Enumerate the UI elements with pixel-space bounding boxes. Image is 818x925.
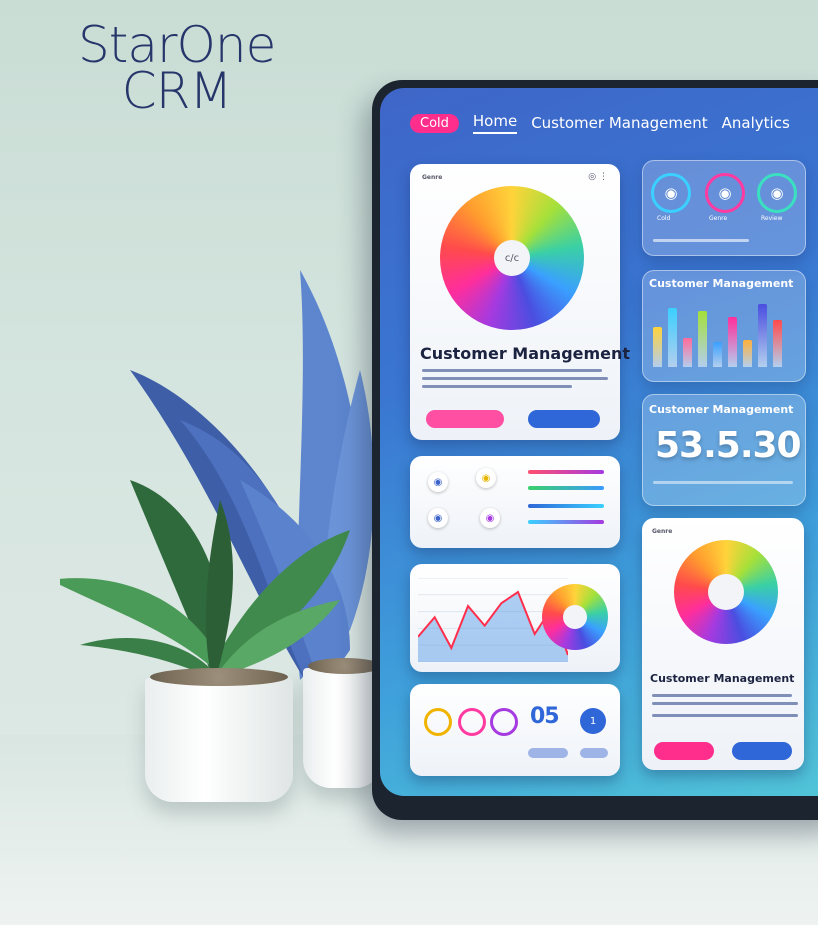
tablet-screen: Cold Home Customer Management Analytics … [380,88,818,796]
bar-4 [713,341,722,367]
customer-management-card-2: Genre Customer Management [642,518,804,770]
profile-icon[interactable]: ◉ [705,173,745,213]
brand-line-2: CRM [121,62,233,120]
ring-label: Genre [709,215,728,222]
shield-icon[interactable] [490,708,518,736]
target-icon[interactable] [458,708,486,736]
secondary-action-button[interactable] [528,410,600,428]
text-placeholder-line [652,694,792,697]
info-icon[interactable]: 1 [580,708,606,734]
soil-front [150,668,288,686]
nav-pill-button[interactable]: Cold [410,113,459,133]
progress-line-purple [528,520,604,524]
text-placeholder-line [652,714,798,717]
fingerprint-icon[interactable]: ◉ [651,173,691,213]
line-chart-card [410,564,620,672]
settings-toggles-card: ◉ ◉ ◉ ◉ [410,456,620,548]
quick-stat-value: 05 [530,704,560,729]
bar-2 [683,338,692,367]
bar-8 [773,320,782,367]
top-navigation: Cold Home Customer Management Analytics [410,110,790,136]
plant-pot-back [303,668,383,788]
card-title-2: Customer Management [650,672,795,685]
soil-back [308,658,382,674]
bar-3 [698,310,707,367]
color-wheel-chart: c/c [440,186,584,330]
gauge-icon[interactable] [424,708,452,736]
badge-icon[interactable]: ◉ [476,468,496,488]
quick-action-button[interactable] [528,748,568,758]
primary-action-button-2[interactable] [654,742,714,760]
status-rings-card: ◉ ◉ ◉ Cold Genre Review [642,160,806,256]
bar-5 [728,316,737,367]
card-title: Customer Management [420,344,631,363]
brand-logo-text: StarOne CRM [78,20,276,120]
wheel-center-label: c/c [494,240,530,276]
bar-chart [653,295,795,367]
mini-color-wheel [542,584,608,650]
tablet-device: Cold Home Customer Management Analytics … [372,80,818,820]
ring-label: Cold [657,215,671,222]
location-icon[interactable]: ◉ [428,472,448,492]
nav-link-customer-management[interactable]: Customer Management [531,114,707,132]
progress-line-red [528,470,604,474]
ring-label: Review [761,215,783,222]
card-menu-icon[interactable]: ◎ ⋮ [588,172,608,182]
text-placeholder-line [422,377,608,380]
bar-chart-card: Customer Management [642,270,806,382]
text-placeholder-line [422,369,602,372]
plant-pot-front [145,678,293,802]
nav-link-home[interactable]: Home [472,112,518,134]
stat-value: 53.5.30 [655,425,802,466]
card-header-label: Genre [422,174,443,181]
pin-icon[interactable]: ◉ [428,508,448,528]
wheel-center-2 [708,574,744,610]
card-header-label: Genre [652,528,673,535]
text-placeholder-line [422,385,572,388]
bar-0 [653,327,662,367]
color-wheel-chart-2 [674,540,778,644]
quick-stats-card: 05 1 [410,684,620,776]
bar-7 [758,303,767,367]
nav-link-analytics[interactable]: Analytics [722,114,790,132]
stat-legend-line [653,481,793,484]
bar-1 [668,307,677,367]
mini-wheel-center [563,605,587,629]
quick-action-button-2[interactable] [580,748,608,758]
progress-line-blue [528,504,604,508]
secondary-action-button-2[interactable] [732,742,792,760]
bar-6 [743,339,752,367]
progress-line-green [528,486,604,490]
stat-card: Customer Management 53.5.30 [642,394,806,506]
alert-icon[interactable]: ◉ [480,508,500,528]
customer-management-card: Genre ◎ ⋮ c/c Customer Management [410,164,630,440]
stat-card-title: Customer Management [649,403,794,416]
text-placeholder-line [652,702,798,705]
text-placeholder-line [653,239,749,242]
link-icon[interactable]: ◉ [757,173,797,213]
bar-card-title: Customer Management [649,277,794,290]
primary-action-button[interactable] [426,410,504,428]
